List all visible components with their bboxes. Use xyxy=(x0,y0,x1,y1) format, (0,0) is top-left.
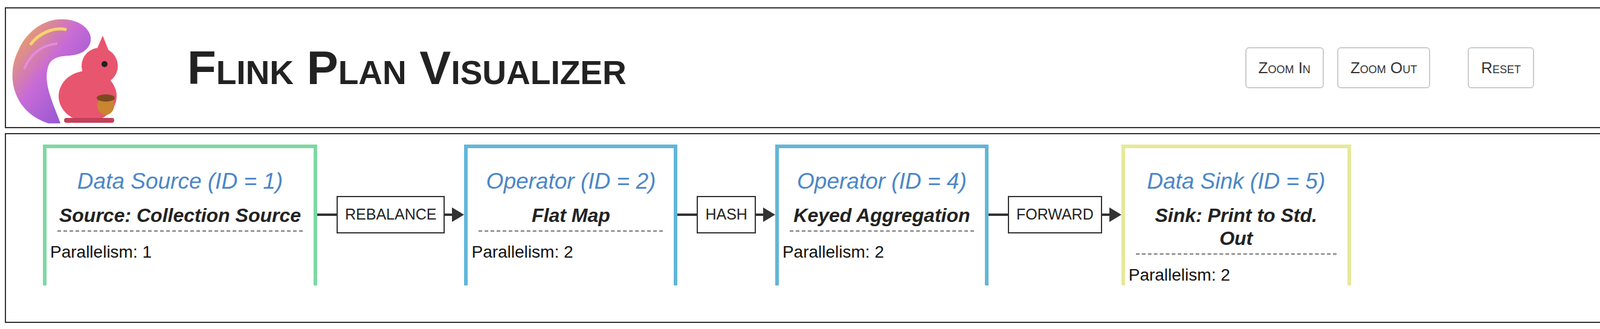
node-title: Data Sink (ID = 5) xyxy=(1125,148,1348,194)
node-name: Sink: Print to Std. Out xyxy=(1135,203,1337,255)
edge-label: REBALANCE xyxy=(336,195,445,234)
app-title: Flink Plan Visualizer xyxy=(187,44,627,92)
header: Flink Plan Visualizer Zoom In Zoom Out Rese… xyxy=(4,7,1600,129)
zoom-button[interactable]: Zoom In xyxy=(1245,47,1324,89)
node-parallelism: Parallelism: 2 xyxy=(467,241,674,263)
sink-node[interactable]: Data Sink (ID = 5) Sink: Print to Std. Ou… xyxy=(1121,144,1352,286)
node-title: Operator (ID = 2) xyxy=(467,148,674,194)
edge-line xyxy=(1102,213,1110,216)
zoom-button[interactable]: Zoom Out xyxy=(1337,47,1431,89)
page: Flink Plan Visualizer Zoom In Zoom Out Rese… xyxy=(0,0,1600,329)
edge: FORWARD xyxy=(988,195,1122,234)
arrowhead-icon xyxy=(451,207,465,222)
node-parallelism: Parallelism: 2 xyxy=(1125,264,1348,286)
edge-label: HASH xyxy=(696,195,756,234)
edge: REBALANCE xyxy=(317,195,465,234)
edge-line xyxy=(677,213,697,216)
zoom-button[interactable]: Reset xyxy=(1467,47,1535,89)
operator-node[interactable]: Operator (ID = 4) Keyed Aggregation Parall… xyxy=(775,144,989,286)
flink-squirrel-logo-icon xyxy=(6,8,127,127)
node-name: Flat Map xyxy=(478,203,663,232)
node-title: Data Source (ID = 1) xyxy=(46,148,314,194)
node-name: Keyed Aggregation xyxy=(789,203,975,232)
node-parallelism: Parallelism: 2 xyxy=(778,241,985,263)
node-name: Source: Collection Source xyxy=(57,203,303,232)
edge-line xyxy=(444,213,452,216)
arrowhead-icon xyxy=(1109,207,1122,222)
edge-label: FORWARD xyxy=(1007,195,1103,234)
node-title: Operator (ID = 4) xyxy=(778,148,985,194)
edge-line xyxy=(988,213,1008,216)
arrowhead-icon xyxy=(763,207,776,222)
operator-node[interactable]: Operator (ID = 2) Flat Map Parallelism: 2 xyxy=(464,144,678,286)
toolbar: Zoom In Zoom Out Reset xyxy=(1245,47,1535,89)
plan-canvas[interactable]: Data Source (ID = 1) Source: Collection S… xyxy=(6,134,1600,286)
edge-line xyxy=(755,213,764,216)
edge-line xyxy=(317,213,337,216)
source-node[interactable]: Data Source (ID = 1) Source: Collection S… xyxy=(42,144,318,286)
edge: HASH xyxy=(677,195,775,234)
plan-panel: Data Source (ID = 1) Source: Collection S… xyxy=(4,132,1600,323)
node-parallelism: Parallelism: 1 xyxy=(46,241,314,263)
